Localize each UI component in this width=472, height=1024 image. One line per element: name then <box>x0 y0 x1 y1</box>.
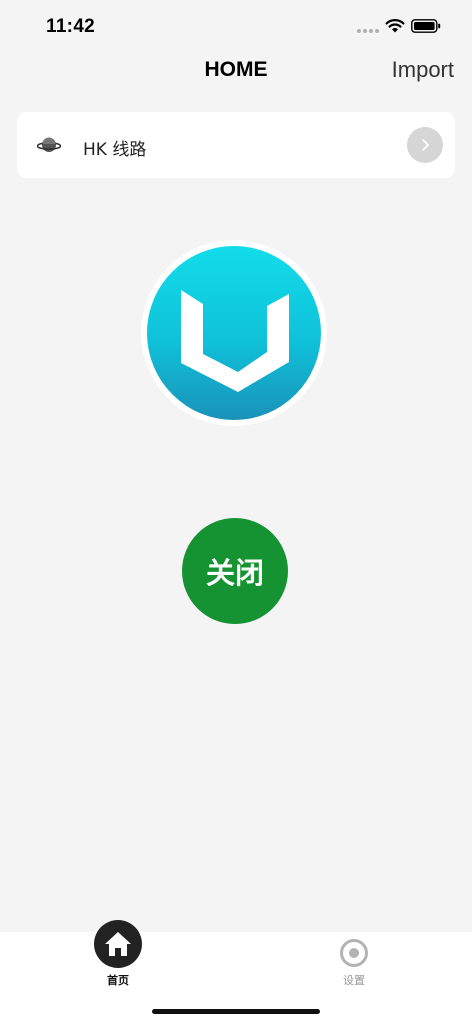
home-icon <box>94 920 142 968</box>
signal-dots-icon <box>357 29 379 33</box>
status-time: 11:42 <box>46 16 96 37</box>
settings-icon <box>339 938 369 968</box>
app-logo <box>141 240 327 426</box>
chevron-right-icon[interactable] <box>407 127 443 163</box>
planet-icon <box>37 137 61 152</box>
wifi-icon <box>385 19 405 33</box>
app-logo-v-icon <box>147 246 321 420</box>
tab-settings[interactable]: 设置 <box>314 932 394 992</box>
tab-home-label: 首页 <box>107 974 129 987</box>
import-button[interactable]: Import <box>392 57 454 83</box>
tab-home[interactable]: 首页 <box>78 920 158 992</box>
status-bar: 11:42 <box>0 0 472 50</box>
server-selector[interactable]: HK 线路 <box>17 112 455 178</box>
tab-settings-label: 设置 <box>343 974 365 987</box>
home-indicator[interactable] <box>152 1009 320 1014</box>
battery-icon <box>411 19 441 33</box>
connection-toggle-button[interactable]: 关闭 <box>182 518 288 624</box>
server-name: HK 线路 <box>83 140 147 160</box>
